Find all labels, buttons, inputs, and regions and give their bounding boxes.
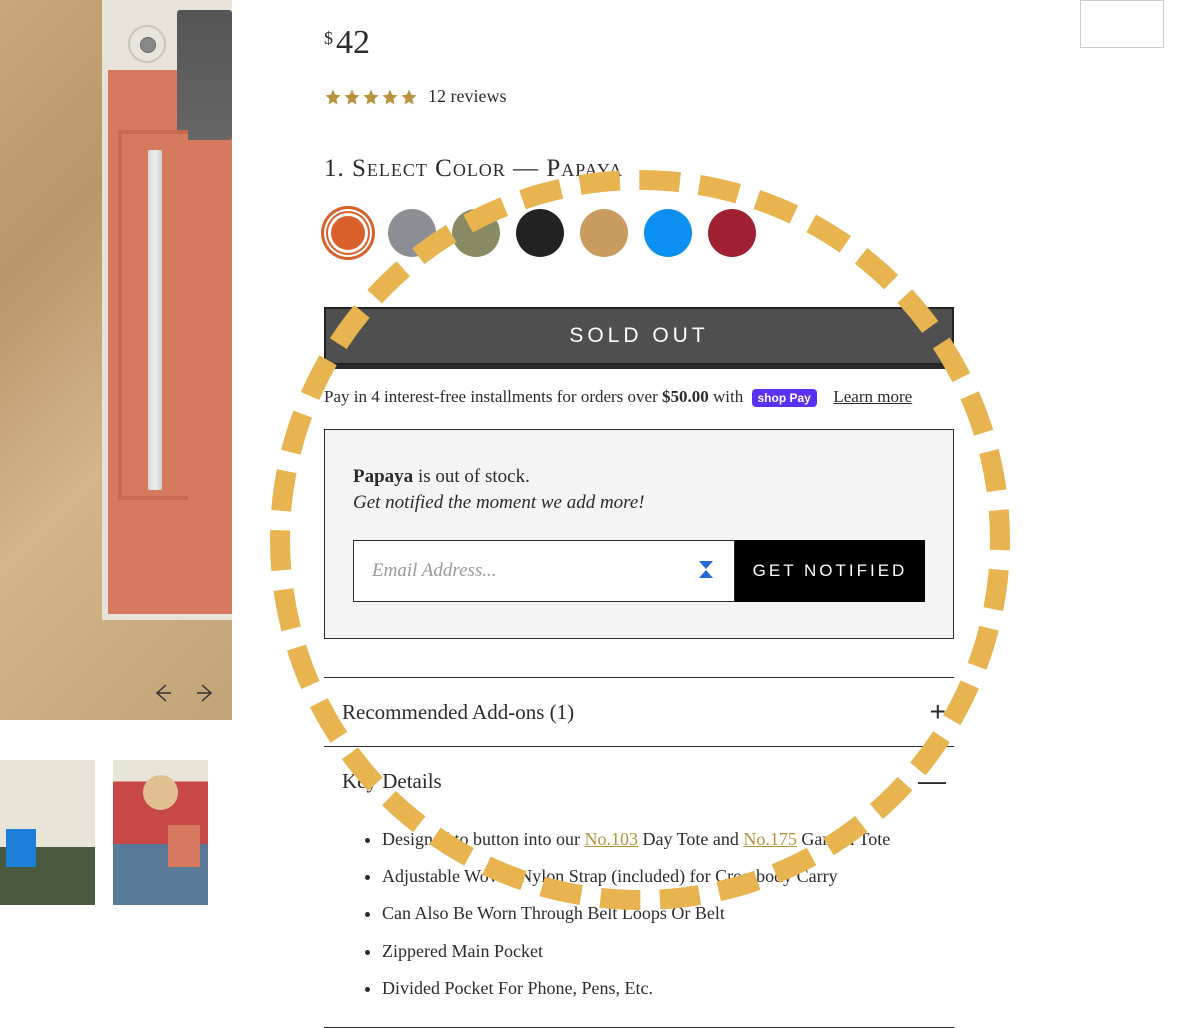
- sold-out-button: SOLD OUT: [324, 307, 954, 365]
- oos-suffix: is out of stock.: [413, 466, 530, 487]
- product-link[interactable]: No.103: [584, 829, 638, 849]
- list-item: Zippered Main Pocket: [382, 933, 954, 970]
- list-item: Adjustable Woven Nylon Strap (included) …: [382, 858, 954, 895]
- list-item: Can Also Be Worn Through Belt Loops Or B…: [382, 895, 954, 932]
- installments-threshold: $50.00: [662, 387, 709, 406]
- select-color-prefix: 1. Select Color —: [324, 155, 546, 182]
- review-count: 12 reviews: [428, 86, 506, 107]
- installments-prefix: Pay in 4 interest-free installments for …: [324, 387, 662, 406]
- notify-box: Papaya is out of stock. Get notified the…: [324, 429, 954, 639]
- swatch-papaya[interactable]: [324, 209, 372, 257]
- out-of-stock-line: Papaya is out of stock.: [353, 466, 925, 488]
- swatch-burgundy[interactable]: [708, 209, 756, 257]
- installments-mid: with: [709, 387, 748, 406]
- price: $42: [324, 24, 1200, 62]
- currency-symbol: $: [324, 28, 333, 48]
- product-details: $42 12 reviews 1. Select Color — Papaya …: [232, 0, 1200, 908]
- main-product-image[interactable]: [0, 0, 232, 720]
- plus-icon: +: [930, 696, 946, 728]
- next-image-arrow[interactable]: [193, 681, 217, 705]
- swatch-blue[interactable]: [644, 209, 692, 257]
- installments-text: Pay in 4 interest-free installments for …: [324, 387, 1200, 407]
- accordion-addons: Recommended Add-ons (1) +: [324, 677, 954, 747]
- list-item: Designed to button into our No.103 Day T…: [382, 821, 954, 858]
- accordion-addons-header[interactable]: Recommended Add-ons (1) +: [324, 678, 954, 746]
- product-page: $42 12 reviews 1. Select Color — Papaya …: [0, 0, 1200, 908]
- accordion-key-details-title: Key Details: [342, 769, 442, 794]
- star-icon: [381, 88, 399, 106]
- accordion-addons-title: Recommended Add-ons (1): [342, 700, 574, 725]
- star-icon: [343, 88, 361, 106]
- hourglass-icon: [696, 561, 716, 581]
- swatch-olive[interactable]: [452, 209, 500, 257]
- accordion-key-details: Key Details — Designed to button into ou…: [324, 747, 954, 1028]
- key-details-list: Designed to button into our No.103 Day T…: [324, 815, 954, 1027]
- email-placeholder: Email Address...: [372, 560, 497, 582]
- image-gallery: [0, 0, 232, 908]
- rating-row[interactable]: 12 reviews: [324, 86, 1200, 107]
- swatch-grey[interactable]: [388, 209, 436, 257]
- get-notified-button[interactable]: GET NOTIFIED: [735, 540, 925, 602]
- selected-color-name: Papaya: [546, 155, 623, 182]
- star-icon: [362, 88, 380, 106]
- select-color-heading: 1. Select Color — Papaya: [324, 155, 1200, 183]
- accordion-key-details-header[interactable]: Key Details —: [324, 747, 954, 815]
- learn-more-link[interactable]: Learn more: [833, 387, 912, 406]
- email-input[interactable]: Email Address...: [353, 540, 735, 602]
- minus-icon: —: [918, 765, 946, 797]
- swatch-tan[interactable]: [580, 209, 628, 257]
- shop-pay-badge: shop Pay: [752, 389, 817, 407]
- thumbnail-1[interactable]: [0, 760, 95, 905]
- prev-image-arrow[interactable]: [151, 681, 175, 705]
- price-amount: 42: [336, 24, 370, 61]
- color-swatches: [324, 209, 1200, 257]
- thumbnail-2[interactable]: [113, 760, 208, 905]
- star-icon: [400, 88, 418, 106]
- notify-subtext: Get notified the moment we add more!: [353, 492, 925, 514]
- list-item: Divided Pocket For Phone, Pens, Etc.: [382, 970, 954, 1007]
- star-icon: [324, 88, 342, 106]
- thumbnail-row: [0, 760, 232, 905]
- product-link[interactable]: No.175: [743, 829, 797, 849]
- oos-variant: Papaya: [353, 466, 413, 487]
- star-icons: [324, 88, 418, 106]
- swatch-black[interactable]: [516, 209, 564, 257]
- email-row: Email Address... GET NOTIFIED: [353, 540, 925, 602]
